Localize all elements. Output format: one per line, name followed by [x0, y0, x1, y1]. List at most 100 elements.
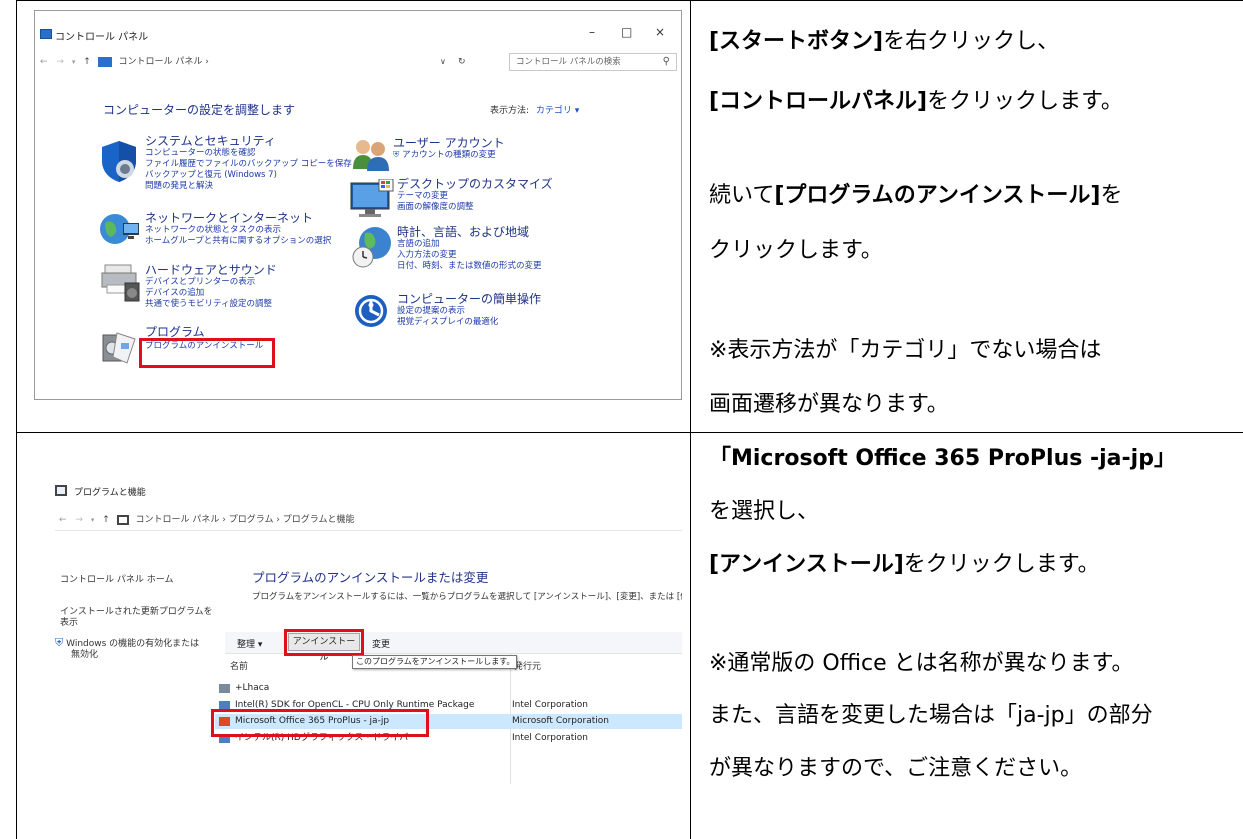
- highlight-office-row: [211, 709, 429, 737]
- category-title[interactable]: 時計、言語、および地域: [397, 225, 542, 239]
- category-link[interactable]: 言語の追加: [397, 239, 542, 250]
- control-panel-screenshot: コントロール パネル – □ × ← → ▾ ↑ コントロール パネル › ∨ …: [34, 10, 682, 400]
- program-row[interactable]: +Lhaca: [215, 681, 682, 696]
- forward-arrow-icon[interactable]: →: [75, 515, 83, 525]
- category-link[interactable]: テーマの変更: [397, 191, 553, 202]
- up-arrow-icon[interactable]: ↑: [83, 57, 91, 67]
- category-link[interactable]: 視覚ディスプレイの最適化: [397, 317, 541, 328]
- location-icon: [116, 514, 129, 525]
- sidebar-link-line[interactable]: 無効化: [71, 650, 199, 661]
- control-panel-icon: [40, 29, 52, 39]
- category-title[interactable]: プログラム: [145, 325, 263, 339]
- control-panel-ref: [コントロールパネル]: [709, 89, 928, 114]
- search-icon[interactable]: ⚲: [663, 54, 670, 70]
- up-arrow-icon[interactable]: ↑: [102, 515, 110, 525]
- step2-note3: が異なりますので、ご注意ください。: [709, 756, 1083, 781]
- programs-icon: [102, 332, 136, 364]
- breadcrumb[interactable]: コントロール パネル › プログラム › プログラムと機能: [136, 515, 355, 525]
- step1-line4: クリックします。: [709, 238, 883, 263]
- instruction-table: コントロール パネル – □ × ← → ▾ ↑ コントロール パネル › ∨ …: [16, 0, 1243, 839]
- category-title[interactable]: ユーザー アカウント: [393, 136, 505, 150]
- category-link[interactable]: デバイスの追加: [145, 288, 277, 299]
- uac-shield-icon: ⛨: [393, 150, 400, 160]
- category-link[interactable]: ⛨ アカウントの種類の変更: [393, 150, 505, 161]
- category-ease-of-access: コンピューターの簡単操作 設定の提案の表示 視覚ディスプレイの最適化: [397, 292, 541, 328]
- category-link[interactable]: ホームグループと共有に関するオプションの選択: [145, 236, 331, 247]
- category-title[interactable]: コンピューターの簡単操作: [397, 292, 541, 306]
- category-link[interactable]: 画面の解像度の調整: [397, 202, 553, 213]
- programs-window-icon: [55, 485, 67, 496]
- search-placeholder: コントロール パネルの検索: [516, 57, 621, 67]
- maximize-button[interactable]: □: [621, 25, 632, 39]
- category-title[interactable]: デスクトップのカスタマイズ: [397, 177, 553, 191]
- category-appearance: デスクトップのカスタマイズ テーマの変更 画面の解像度の調整: [397, 177, 553, 213]
- step1-note1: ※表示方法が「カテゴリ」でない場合は: [709, 338, 1102, 363]
- sidebar-installed-updates[interactable]: インストールされた更新プログラムを 表示: [60, 607, 213, 629]
- sidebar-control-panel-home[interactable]: コントロール パネル ホーム: [60, 575, 173, 586]
- recent-dropdown-icon[interactable]: ▾: [91, 516, 95, 524]
- category-link[interactable]: 共通で使うモビリティ設定の調整: [145, 299, 277, 310]
- minimize-button[interactable]: –: [589, 25, 595, 39]
- step1-line3-pre: 続いて: [709, 183, 775, 208]
- step1-line3: 続いて[プログラムのアンインストール]を: [709, 181, 1123, 211]
- program-publisher: Intel Corporation: [512, 733, 588, 743]
- organize-dropdown[interactable]: 整理 ▾: [237, 637, 262, 650]
- search-input[interactable]: コントロール パネルの検索 ⚲: [509, 53, 677, 71]
- recent-dropdown-icon[interactable]: ▾: [72, 58, 76, 66]
- window-title: コントロール パネル: [55, 32, 149, 43]
- column-header-publisher[interactable]: 発行元: [514, 659, 541, 672]
- category-link[interactable]: ファイル履歴でファイルのバックアップ コピーを保存: [145, 159, 352, 170]
- category-title[interactable]: ハードウェアとサウンド: [145, 263, 277, 277]
- step2-note1: ※通常版の Office とは名称が異なります。: [709, 651, 1134, 676]
- category-link[interactable]: 日付、時刻、または数値の形式の変更: [397, 261, 542, 272]
- page-title: コンピューターの設定を調整します: [103, 103, 296, 117]
- category-hardware: ハードウェアとサウンド デバイスとプリンターの表示 デバイスの追加 共通で使うモ…: [145, 263, 277, 310]
- refresh-icon[interactable]: ↻: [458, 53, 466, 71]
- user-accounts-icon: [353, 140, 389, 171]
- category-title[interactable]: ネットワークとインターネット: [145, 211, 331, 225]
- start-button-ref: [スタートボタン]: [709, 29, 884, 54]
- step1-note2: 画面遷移が異なります。: [709, 392, 949, 417]
- view-by[interactable]: 表示方法: カテゴリ ▾: [490, 103, 579, 116]
- uninstall-ref: [アンインストール]: [709, 552, 904, 577]
- step2-line3-text: をクリックします。: [903, 552, 1100, 577]
- category-link[interactable]: 入力方法の変更: [397, 250, 542, 261]
- sidebar-link-line[interactable]: 表示: [60, 618, 213, 629]
- table-border-top: [16, 0, 1243, 1]
- view-by-dropdown[interactable]: カテゴリ ▾: [536, 106, 579, 116]
- uninstall-tooltip: このプログラムをアンインストールします。: [352, 655, 517, 669]
- sidebar-link-line[interactable]: Windows の機能の有効化または: [66, 639, 199, 649]
- network-globe-icon: [100, 214, 139, 244]
- page-description: プログラムをアンインストールするには、一覧からプログラムを選択して [アンインス…: [252, 592, 682, 602]
- address-dropdown-icon[interactable]: ∨: [440, 53, 446, 71]
- program-publisher: Microsoft Corporation: [512, 716, 609, 726]
- page-title: プログラムのアンインストールまたは変更: [252, 570, 489, 585]
- category-link[interactable]: ネットワークの状態とタスクの表示: [145, 225, 331, 236]
- breadcrumb[interactable]: コントロール パネル ›: [119, 57, 209, 67]
- step1-line2-text: をクリックします。: [927, 89, 1123, 114]
- back-arrow-icon[interactable]: ←: [40, 57, 48, 67]
- column-header-name[interactable]: 名前: [230, 659, 248, 672]
- back-arrow-icon[interactable]: ←: [59, 515, 67, 525]
- category-title[interactable]: システムとセキュリティ: [145, 134, 352, 148]
- uac-shield-icon: ⛨: [55, 636, 64, 649]
- address-bar[interactable]: ← → ▾ ↑ コントロール パネル › ∨ ↻: [40, 53, 488, 71]
- category-user-accounts: ユーザー アカウント ⛨ アカウントの種類の変更: [393, 136, 505, 161]
- sidebar-link-line[interactable]: インストールされた更新プログラムを: [60, 607, 213, 618]
- category-link-text[interactable]: アカウントの種類の変更: [402, 150, 496, 160]
- uninstall-program-ref: [プログラムのアンインストール]: [774, 183, 1101, 208]
- category-link[interactable]: デバイスとプリンターの表示: [145, 277, 277, 288]
- forward-arrow-icon[interactable]: →: [56, 57, 64, 67]
- sidebar-windows-features[interactable]: ⛨ Windows の機能の有効化または 無効化: [55, 637, 199, 661]
- desktop-monitor-icon: [350, 179, 394, 217]
- category-link[interactable]: 設定の提案の表示: [397, 306, 541, 317]
- category-link[interactable]: コンピューターの状態を確認: [145, 148, 352, 159]
- step1-line1: [スタートボタン]を右クリックし、: [709, 27, 1059, 57]
- address-bar[interactable]: ← → ▾ ↑ コントロール パネル › プログラム › プログラムと機能: [55, 509, 682, 531]
- category-link[interactable]: 問題の発見と解決: [145, 181, 352, 192]
- change-button[interactable]: 変更: [372, 637, 390, 650]
- close-button[interactable]: ×: [655, 25, 665, 39]
- office-product-ref: 「Microsoft Office 365 ProPlus -ja-jp」: [709, 446, 1176, 471]
- window-title: プログラムと機能: [74, 488, 146, 498]
- category-link[interactable]: バックアップと復元 (Windows 7): [145, 170, 352, 181]
